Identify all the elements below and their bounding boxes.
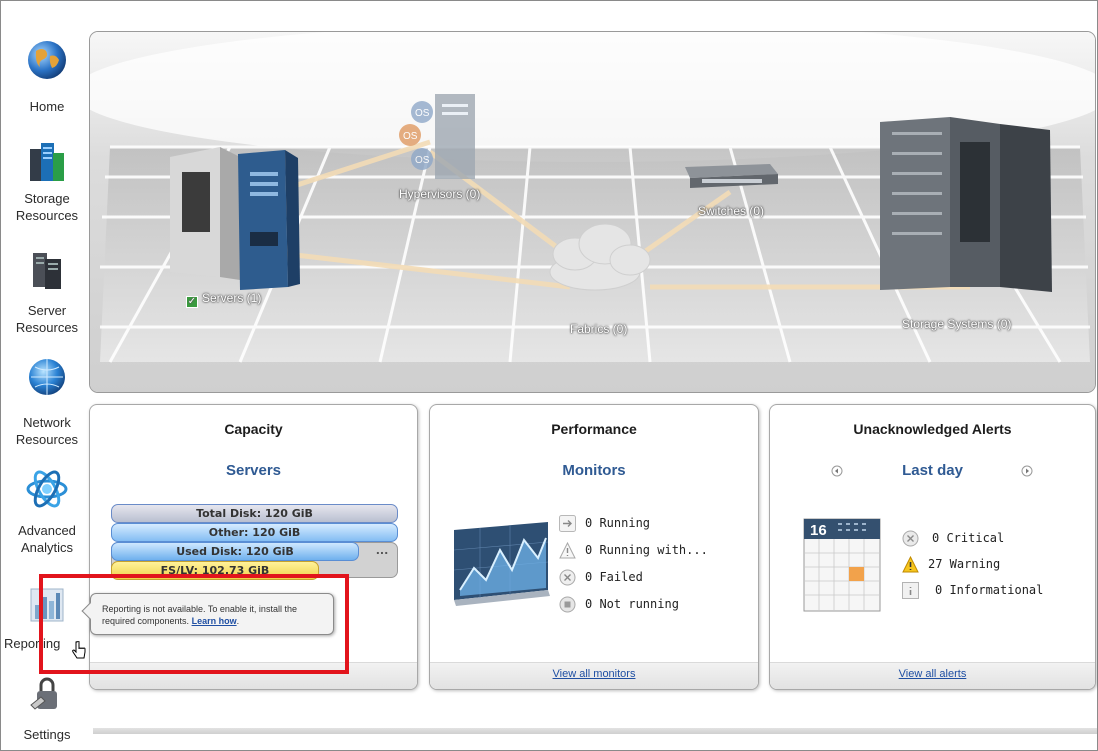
svg-text:OS: OS	[415, 108, 430, 119]
view-all-alerts-link[interactable]: View all alerts	[770, 668, 1095, 680]
servers-label-text: Servers (1)	[202, 291, 262, 305]
nav-item-settings[interactable]: Settings	[1, 675, 93, 745]
storage-device	[880, 117, 1052, 292]
highlight-box	[39, 574, 349, 674]
info-icon	[902, 582, 919, 599]
stat-running-text: 0 Running	[585, 516, 651, 530]
capacity-title: Capacity	[224, 421, 283, 437]
hypervisors-label[interactable]: Hypervisors (0)	[399, 187, 480, 201]
stat-running-with-text: 0 Running with...	[585, 543, 708, 557]
alert-informational-text: 0 Informational	[935, 583, 1044, 597]
alert-warning[interactable]: 27 Warning	[902, 555, 1082, 575]
next-arrow-icon[interactable]	[1021, 465, 1033, 477]
critical-x-icon	[902, 530, 919, 547]
nav-label-server: Server	[27, 303, 67, 318]
settings-lock-icon	[30, 677, 57, 710]
stat-running-with[interactable]: 0 Running with...	[559, 541, 739, 561]
nav-label-network-resources: Resources	[15, 432, 79, 447]
performance-chart-icon	[453, 522, 550, 606]
used-disk-bar[interactable]: Used Disk: 120 GiB	[111, 542, 359, 561]
arrow-right-icon	[559, 515, 576, 532]
stat-failed-text: 0 Failed	[585, 570, 643, 584]
alert-warning-text: 27 Warning	[928, 557, 1001, 571]
stat-not-running-text: 0 Not running	[585, 597, 679, 611]
network-globe-icon	[29, 359, 65, 395]
nav-label-analytics: Analytics	[20, 540, 74, 555]
alert-informational[interactable]: 0 Informational	[902, 581, 1082, 601]
alerts-subtitle[interactable]: Last day	[770, 462, 1095, 479]
failed-x-icon	[559, 569, 576, 586]
alerts-card: Unacknowledged Alerts Last day 16 0 Crit…	[769, 404, 1096, 690]
warning-icon	[902, 556, 919, 573]
nav-label-home: Home	[29, 99, 65, 114]
checkmark-icon: ✓	[186, 296, 198, 308]
storage-systems-label[interactable]: Storage Systems (0)	[902, 317, 1011, 331]
server-device	[170, 147, 300, 290]
svg-text:OS: OS	[403, 131, 418, 142]
svg-text:OS: OS	[415, 155, 430, 166]
other-bar[interactable]: Other: 120 GiB	[111, 523, 398, 542]
switch-device	[685, 164, 778, 188]
alerts-title: Unacknowledged Alerts	[853, 421, 1012, 437]
capacity-subtitle[interactable]: Servers	[90, 462, 417, 479]
topology-panel: OS OS OS Hypervisors (0) Switches (0) ✓ …	[89, 31, 1096, 393]
nav-item-storage-resources[interactable]: Storage Resources	[1, 139, 93, 229]
nav-label-network: Network	[23, 415, 71, 430]
storage-icon	[30, 143, 64, 181]
total-disk-bar[interactable]: Total Disk: 120 GiB	[111, 504, 398, 523]
nav-label-resources: Resources	[15, 208, 79, 223]
nav-item-home[interactable]: Home	[1, 39, 93, 119]
view-all-monitors-link[interactable]: View all monitors	[430, 668, 758, 680]
stat-running[interactable]: 0 Running	[559, 514, 739, 534]
nav-label-settings: Settings	[23, 727, 71, 742]
alert-critical[interactable]: 0 Critical	[902, 529, 1082, 549]
more-bar-ellipsis[interactable]: ...	[368, 542, 396, 561]
performance-subtitle[interactable]: Monitors	[430, 462, 758, 479]
fabrics-label[interactable]: Fabrics (0)	[570, 322, 627, 336]
nav-item-advanced-analytics[interactable]: Advanced Analytics	[1, 467, 93, 559]
nav-item-server-resources[interactable]: Server Resources	[1, 247, 93, 337]
stat-failed[interactable]: 0 Failed	[559, 568, 739, 588]
topology-grid: OS OS OS	[90, 32, 1095, 392]
nav-label-storage: Storage	[24, 191, 70, 206]
nav-label-advanced: Advanced	[18, 523, 76, 538]
performance-title: Performance	[551, 421, 637, 437]
nav-item-network-resources[interactable]: Network Resources	[1, 357, 93, 449]
stop-icon	[559, 596, 576, 613]
globe-icon	[28, 41, 66, 79]
switches-label[interactable]: Switches (0)	[698, 204, 764, 218]
servers-label[interactable]: ✓ Servers (1)	[186, 291, 261, 308]
bottom-scrollbar	[93, 728, 1097, 734]
stat-not-running[interactable]: 0 Not running	[559, 595, 739, 615]
alert-critical-text: 0 Critical	[932, 531, 1005, 545]
performance-card: Performance Monitors 0 Running 0 Running…	[429, 404, 759, 690]
warning-outline-icon	[559, 542, 576, 559]
analytics-atom-icon	[26, 470, 68, 508]
nav-label-server-resources: Resources	[15, 320, 79, 335]
server-icon	[33, 253, 61, 289]
calendar-icon: 16	[803, 518, 881, 612]
calendar-day: 16	[810, 522, 827, 539]
